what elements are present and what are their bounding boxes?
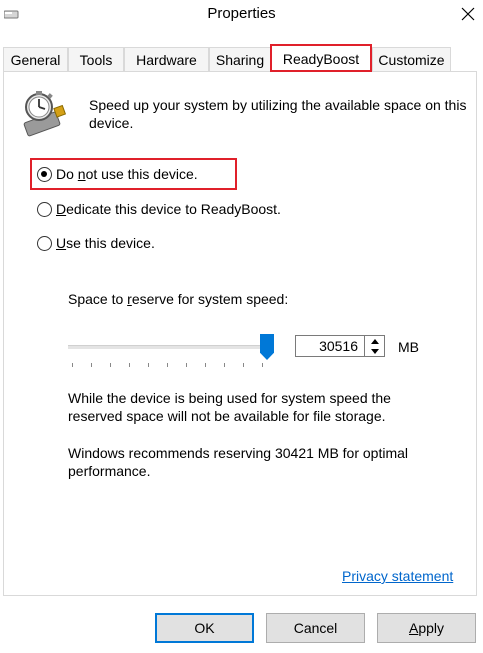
window-title: Properties bbox=[207, 5, 276, 22]
tab-sharing[interactable]: Sharing bbox=[209, 47, 271, 71]
slider-tick bbox=[262, 363, 263, 367]
reserve-slider-track[interactable] bbox=[68, 345, 268, 349]
radio-label: Dedicate this device to ReadyBoost. bbox=[56, 201, 281, 217]
tab-general[interactable]: General bbox=[3, 47, 68, 71]
slider-tick bbox=[224, 363, 225, 367]
storage-note: While the device is being used for syste… bbox=[68, 390, 391, 424]
radio-button-selected[interactable] bbox=[37, 166, 52, 182]
space-to-reserve-label: Space to reserve for system speed: bbox=[68, 291, 289, 307]
spin-down-button[interactable] bbox=[365, 346, 384, 356]
slider-tick bbox=[243, 363, 244, 367]
caret-down-icon bbox=[370, 348, 379, 354]
readyboost-panel: Speed up your system by utilizing the av… bbox=[3, 71, 477, 596]
spin-up-button[interactable] bbox=[365, 336, 384, 346]
slider-tick bbox=[91, 363, 92, 367]
tab-customize[interactable]: Customize bbox=[372, 47, 451, 71]
tab-strip: General Tools Hardware Sharing ReadyBoos… bbox=[0, 42, 483, 72]
cancel-button[interactable]: Cancel bbox=[266, 613, 365, 643]
radio-use[interactable]: Use this device. bbox=[37, 235, 155, 251]
radio-dedicate[interactable]: Dedicate this device to ReadyBoost. bbox=[37, 201, 281, 217]
privacy-statement-link[interactable]: Privacy statement bbox=[342, 568, 453, 584]
reserve-mb-input[interactable]: 30516 bbox=[295, 335, 365, 357]
ok-button[interactable]: OK bbox=[155, 613, 254, 643]
radio-button[interactable] bbox=[37, 235, 52, 251]
unit-label: MB bbox=[398, 339, 419, 355]
readyboost-icon bbox=[23, 91, 67, 137]
tab-hardware[interactable]: Hardware bbox=[124, 47, 209, 71]
radio-do-not-use[interactable]: Do not use this device. bbox=[37, 166, 198, 182]
recommendation-note: Windows recommends reserving 30421 MB fo… bbox=[68, 445, 409, 479]
close-button[interactable] bbox=[452, 0, 483, 28]
tab-tools[interactable]: Tools bbox=[68, 47, 124, 71]
slider-tick bbox=[167, 363, 168, 367]
reserve-slider-thumb[interactable] bbox=[260, 334, 274, 360]
slider-tick bbox=[148, 363, 149, 367]
reserve-spinner[interactable] bbox=[365, 335, 385, 357]
slider-tick bbox=[72, 363, 73, 367]
apply-button[interactable]: Apply bbox=[377, 613, 476, 643]
radio-button[interactable] bbox=[37, 201, 52, 217]
slider-ticks bbox=[72, 363, 272, 368]
tab-readyboost[interactable]: ReadyBoost bbox=[270, 44, 372, 72]
slider-tick bbox=[205, 363, 206, 367]
caret-up-icon bbox=[370, 338, 379, 344]
slider-tick bbox=[129, 363, 130, 367]
intro-text: Speed up your system by utilizing the av… bbox=[89, 97, 467, 131]
close-icon bbox=[461, 7, 474, 21]
slider-tick bbox=[110, 363, 111, 367]
slider-tick bbox=[186, 363, 187, 367]
radio-label: Use this device. bbox=[56, 235, 155, 251]
title-bar: Properties bbox=[0, 0, 483, 30]
radio-label: Do not use this device. bbox=[56, 166, 198, 182]
